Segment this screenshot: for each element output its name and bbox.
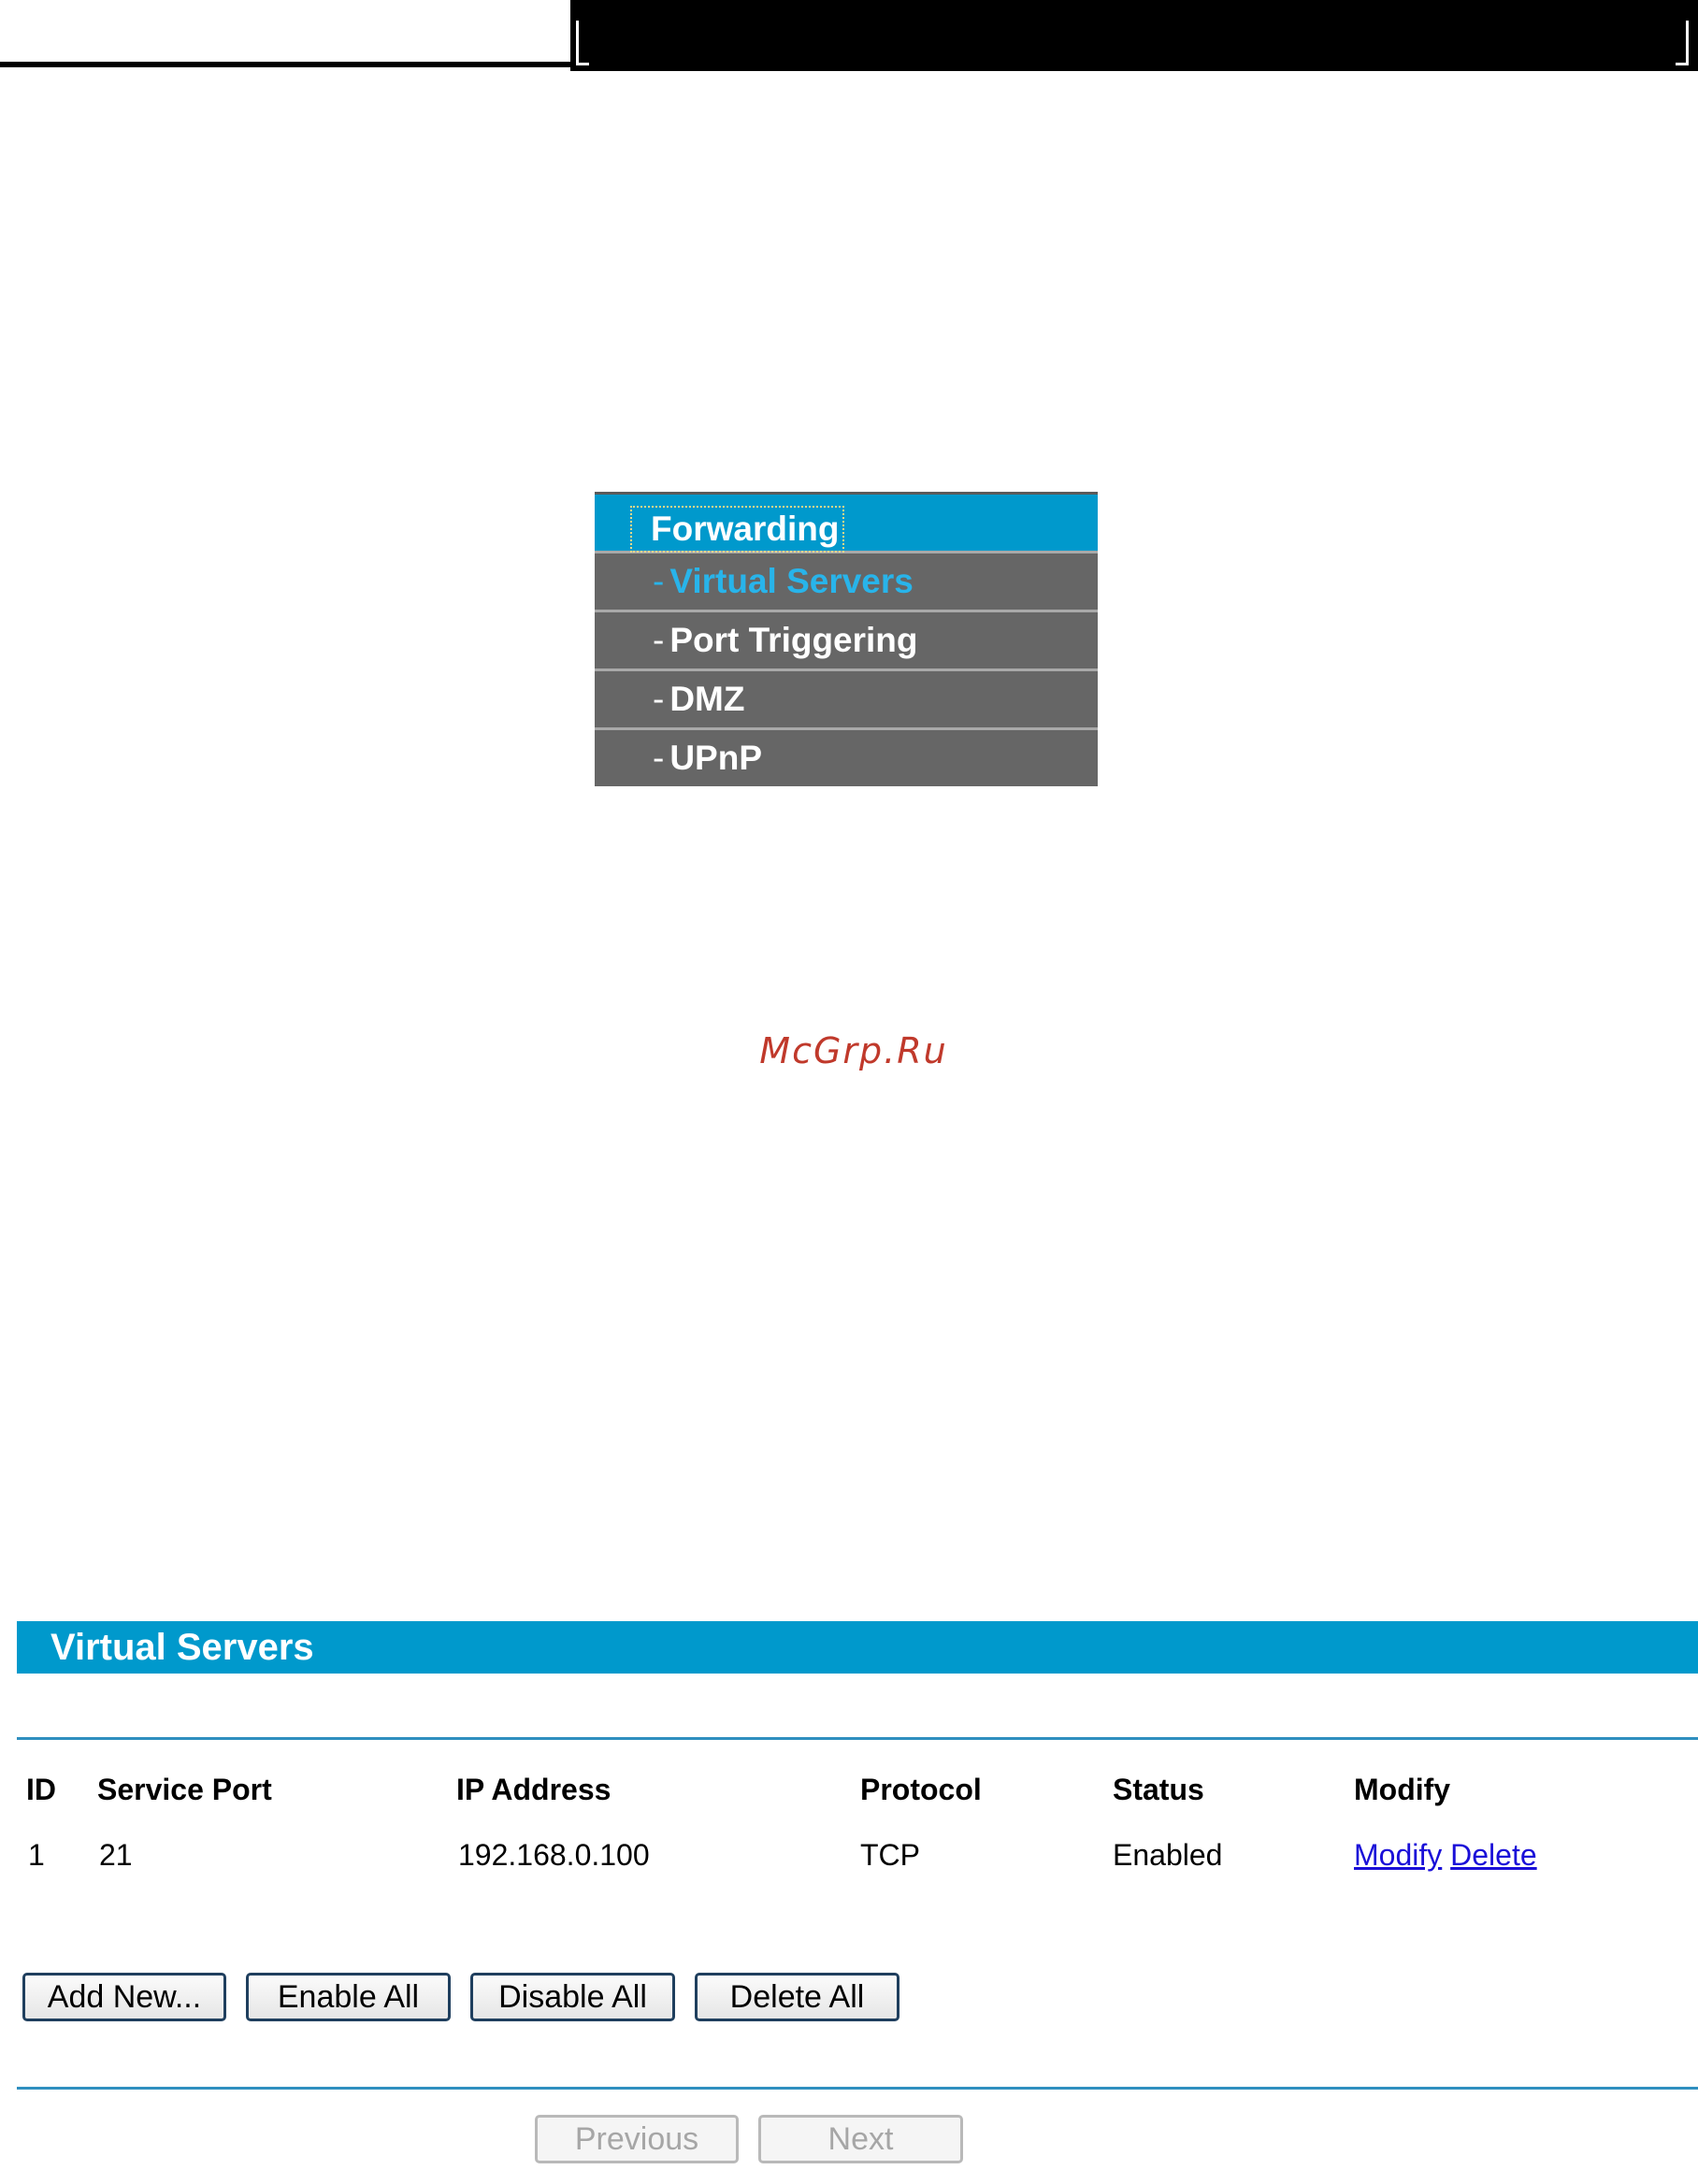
menu-item-dash: -: [653, 739, 665, 777]
cell-modify: Modify Delete: [1354, 1838, 1537, 1873]
divider-top: [17, 1737, 1698, 1740]
header-corner-left: [576, 21, 589, 65]
delete-all-button[interactable]: Delete All: [695, 1973, 899, 2021]
header-corner-right: [1676, 21, 1689, 65]
menu-item-dash: -: [653, 680, 665, 718]
column-header-protocol: Protocol: [860, 1773, 982, 1806]
panel-title: Virtual Servers: [17, 1621, 1698, 1674]
cell-ip-address: 192.168.0.100: [458, 1838, 650, 1872]
menu-item-label: Virtual Servers: [669, 562, 914, 600]
watermark: McGrp.Ru: [759, 1030, 948, 1071]
menu-item-label: DMZ: [669, 680, 745, 718]
divider-bottom: [17, 2087, 1698, 2090]
menu-item-label: Port Triggering: [669, 621, 918, 659]
next-button[interactable]: Next: [758, 2115, 963, 2163]
delete-link[interactable]: Delete: [1450, 1838, 1537, 1872]
column-header-id: ID: [26, 1773, 56, 1806]
menu-header-label: Forwarding: [630, 506, 845, 553]
enable-all-button[interactable]: Enable All: [246, 1973, 451, 2021]
column-header-modify: Modify: [1354, 1773, 1451, 1806]
menu-item-upnp[interactable]: - UPnP: [595, 727, 1098, 786]
menu-item-label: UPnP: [669, 739, 763, 777]
modify-link[interactable]: Modify: [1354, 1838, 1442, 1872]
previous-button[interactable]: Previous: [535, 2115, 739, 2163]
cell-protocol: TCP: [860, 1838, 920, 1872]
document-header-rule: [0, 62, 570, 67]
forwarding-menu: Forwarding - Virtual Servers - Port Trigge…: [595, 492, 1098, 786]
cell-id: 1: [28, 1838, 45, 1872]
menu-item-dmz[interactable]: - DMZ: [595, 668, 1098, 727]
cell-service-port: 21: [99, 1838, 133, 1872]
cell-status: Enabled: [1113, 1838, 1223, 1872]
menu-item-dash: -: [653, 562, 665, 600]
column-header-service-port: Service Port: [97, 1773, 272, 1806]
column-header-status: Status: [1113, 1773, 1204, 1806]
disable-all-button[interactable]: Disable All: [470, 1973, 675, 2021]
menu-header-forwarding[interactable]: Forwarding: [595, 492, 1098, 553]
document-header-bar: [570, 0, 1698, 71]
menu-item-dash: -: [653, 621, 665, 659]
column-header-ip-address: IP Address: [456, 1773, 612, 1806]
menu-item-virtual-servers[interactable]: - Virtual Servers: [595, 551, 1098, 610]
add-new-button[interactable]: Add New...: [22, 1973, 226, 2021]
menu-item-port-triggering[interactable]: - Port Triggering: [595, 610, 1098, 668]
